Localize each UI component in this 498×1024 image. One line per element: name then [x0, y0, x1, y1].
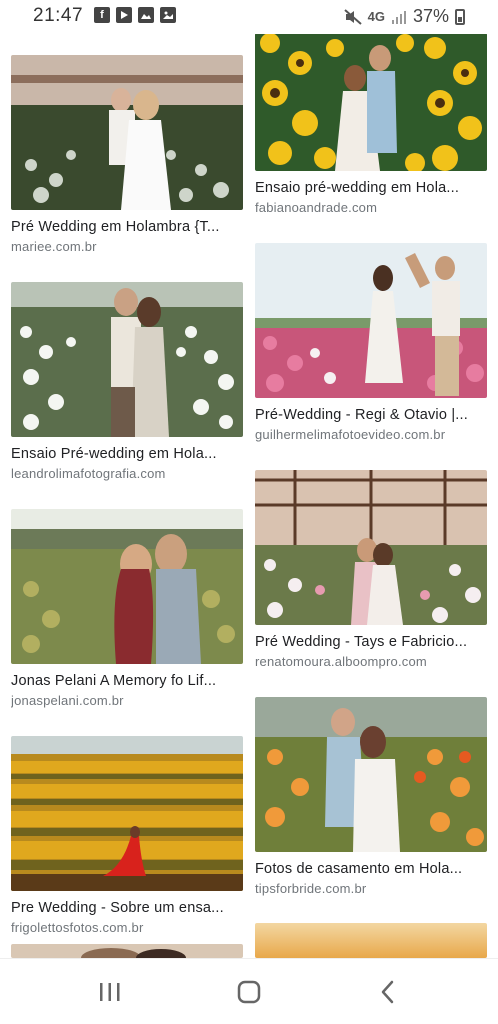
result-source[interactable]: mariee.com.br: [11, 239, 243, 254]
result-card[interactable]: Pre Wedding - Sobre um ensa... frigolett…: [11, 736, 243, 935]
result-title[interactable]: Ensaio Pré-wedding em Hola...: [11, 446, 243, 462]
result-title[interactable]: Jonas Pelani A Memory fo Lif...: [11, 673, 243, 689]
result-source[interactable]: frigolettosfotos.com.br: [11, 920, 243, 935]
result-source[interactable]: fabianoandrade.com: [255, 200, 487, 215]
result-source[interactable]: jonaspelani.com.br: [11, 693, 243, 708]
result-card[interactable]: Pré Wedding em Holambra {T... mariee.com…: [11, 55, 243, 254]
result-source[interactable]: guilhermelimafotoevideo.com.br: [255, 427, 487, 442]
result-card[interactable]: [11, 944, 243, 958]
result-title[interactable]: Pré Wedding - Tays e Fabricio...: [255, 634, 487, 650]
result-source[interactable]: leandrolimafotografia.com: [11, 466, 243, 481]
result-source[interactable]: tipsforbride.com.br: [255, 881, 487, 896]
youtube-icon: [116, 7, 132, 23]
image-icon: [160, 7, 176, 23]
notification-icons: f: [94, 7, 176, 23]
result-title[interactable]: Pré Wedding em Holambra {T...: [11, 219, 243, 235]
result-card[interactable]: Ensaio Pré-wedding em Hola... leandrolim…: [11, 282, 243, 481]
result-title[interactable]: Pré-Wedding - Regi & Otavio |...: [255, 407, 487, 423]
result-title[interactable]: Ensaio pré-wedding em Hola...: [255, 180, 487, 196]
result-card[interactable]: Jonas Pelani A Memory fo Lif... jonaspel…: [11, 509, 243, 708]
recents-icon[interactable]: [90, 977, 130, 1007]
home-icon[interactable]: [229, 977, 269, 1007]
result-thumbnail[interactable]: [255, 470, 487, 625]
result-card[interactable]: Pré Wedding - Tays e Fabricio... renatom…: [255, 470, 487, 669]
network-type: 4G: [367, 9, 385, 24]
result-thumbnail[interactable]: [255, 923, 487, 958]
result-thumbnail[interactable]: [255, 243, 487, 398]
battery-icon: [455, 8, 465, 25]
status-bar: 21:47 f 4G 37%: [0, 0, 498, 34]
status-time: 21:47: [33, 5, 84, 26]
navigation-bar: [0, 958, 498, 1024]
system-icons: 4G 37%: [343, 6, 465, 27]
result-source[interactable]: renatomoura.alboompro.com: [255, 654, 487, 669]
result-title[interactable]: Pre Wedding - Sobre um ensa...: [11, 900, 243, 916]
image-results-grid: Pré Wedding em Holambra {T... mariee.com…: [0, 0, 498, 958]
gallery-icon: [138, 7, 154, 23]
result-thumbnail[interactable]: [255, 33, 487, 171]
battery-percent: 37%: [412, 6, 449, 26]
result-card[interactable]: Pré-Wedding - Regi & Otavio |... guilher…: [255, 243, 487, 442]
mute-icon: [343, 8, 362, 25]
result-card[interactable]: Fotos de casamento em Hola... tipsforbri…: [255, 697, 487, 896]
result-thumbnail[interactable]: [11, 736, 243, 891]
result-title[interactable]: Fotos de casamento em Hola...: [255, 861, 487, 877]
result-card[interactable]: Ensaio pré-wedding em Hola... fabianoand…: [255, 33, 487, 215]
result-card[interactable]: [255, 923, 487, 958]
back-icon[interactable]: [368, 977, 408, 1007]
result-thumbnail[interactable]: [255, 697, 487, 852]
result-thumbnail[interactable]: [11, 282, 243, 437]
facebook-icon: f: [94, 7, 110, 23]
result-thumbnail[interactable]: [11, 55, 243, 210]
result-thumbnail[interactable]: [11, 509, 243, 664]
signal-icon: [391, 10, 406, 24]
result-thumbnail[interactable]: [11, 944, 243, 958]
